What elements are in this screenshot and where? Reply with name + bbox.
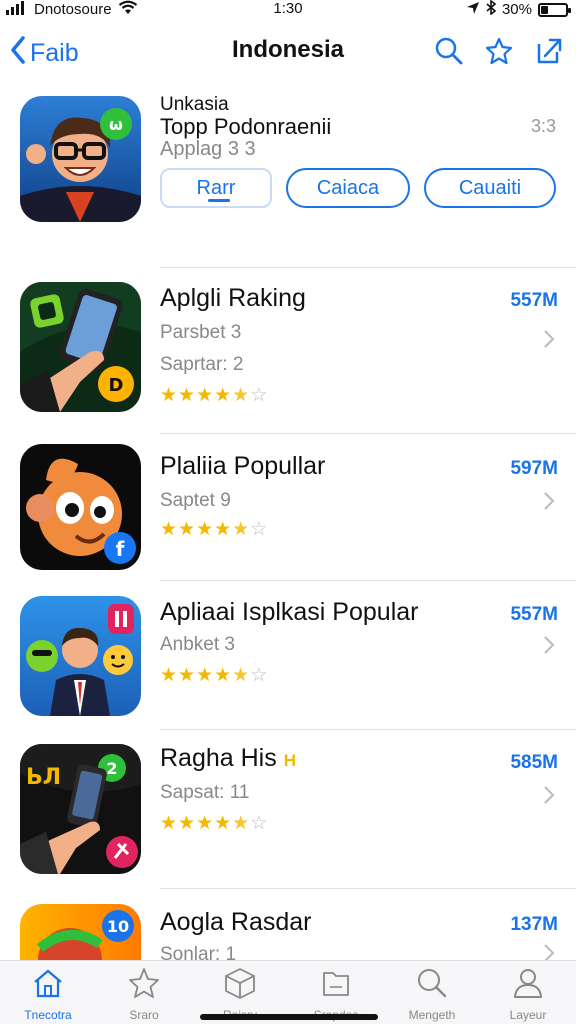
tab-search[interactable]: Mengeth [384,961,480,1024]
app-size: 557M [510,290,558,311]
bluetooth-icon [486,0,497,19]
favorite-star-icon[interactable] [484,36,514,66]
search-icon[interactable] [434,36,464,66]
app-size: 137M [510,914,558,935]
app-subtitle: Sonlar: 1 [160,944,237,960]
app-title-text: Ragha His [160,744,277,772]
featured-buttons: Rarr Caiaca Cauaiti [160,168,556,208]
folder-icon [318,965,354,1006]
divider [160,729,576,730]
tab-profile[interactable]: Layeur [480,961,576,1024]
app-row[interactable]: ЬЛ 2 Ragha His H Sapsat: 11 ★★★★★☆ 585M [0,742,576,890]
app-subtitle: Anbket 3 [160,634,235,655]
tab-home[interactable]: Tnecotra [0,961,96,1024]
rating-stars: ★★★★★☆ [160,385,269,406]
app-title: Aogla Rasdar [160,908,312,936]
chevron-right-icon[interactable] [542,328,556,350]
app-row[interactable]: 10 Aogla Rasdar Sonlar: 1 137M [0,904,576,960]
rating-stars: ★★★★★☆ [160,665,269,686]
svg-text:ω: ω [109,115,123,134]
battery-fill [541,5,548,14]
rating-stars: ★★★★★☆ [160,519,269,540]
featured-subtitle: Topp Podonraenii [160,114,332,139]
app-icon[interactable]: f [20,444,141,570]
app-icon[interactable]: D [20,282,141,412]
filter-button-1[interactable]: Rarr [160,168,272,208]
app-title: Ragha His H [160,744,296,773]
person-icon [510,965,546,1006]
featured-meta: Applag 3 3 [160,138,256,160]
svg-text:10: 10 [107,917,129,936]
app-detail: Saprtar: 2 [160,354,244,375]
tab-label: Sraro [129,1008,159,1022]
app-size: 557M [510,604,558,625]
app-icon[interactable] [20,596,141,716]
star-icon [126,965,162,1006]
divider [160,267,576,268]
share-icon[interactable] [534,36,564,66]
status-right: 30% [466,0,571,19]
featured-app-icon[interactable]: ω [20,96,141,222]
app-row[interactable]: f Plaliia Popullar Saptet 9 ★★★★★☆ 597M [0,444,576,592]
app-size: 597M [510,458,558,479]
app-size: 585M [510,752,558,773]
home-indicator [200,1014,378,1020]
nav-actions [434,36,564,66]
tab-star[interactable]: Sraro [96,961,192,1024]
status-bar: Dnotosoure 1:30 30% [0,0,576,22]
tab-label: Layeur [509,1008,547,1022]
battery-icon [538,2,571,17]
rating-stars: ★★★★★☆ [160,813,269,834]
location-icon [466,1,480,19]
tab-label: Tnecotra [24,1008,72,1022]
home-icon [30,965,66,1006]
chevron-right-icon[interactable] [542,942,556,960]
divider [160,888,576,889]
app-subtitle: Sapsat: 11 [160,782,250,803]
app-icon[interactable]: ЬЛ 2 [20,744,141,874]
app-icon[interactable]: 10 [20,904,141,960]
app-subtitle: Parsbet 3 [160,322,242,343]
app-title: Plaliia Popullar [160,452,326,480]
app-row[interactable]: D Aplgli Raking Parsbet 3 Saprtar: 2 ★★★… [0,282,576,430]
chevron-right-icon[interactable] [542,784,556,806]
box-icon [222,965,258,1006]
divider [160,580,576,581]
divider [160,433,576,434]
app-subtitle: Saptet 9 [160,490,231,511]
featured-rank: 3:3 [530,116,556,136]
chevron-right-icon[interactable] [542,634,556,656]
featured-top-label: Unkasia [160,94,229,115]
app-title: Apliaai Isplkasi Popular [160,598,419,626]
svg-text:f: f [116,537,125,561]
battery-percent: 30% [501,1,532,18]
featured-app-card[interactable]: ω Unkasia Topp Podonraenii Applag 3 3 3:… [0,92,576,262]
svg-text:ЬЛ: ЬЛ [26,765,61,790]
app-row[interactable]: Apliaai Isplkasi Popular Anbket 3 ★★★★★☆… [0,594,576,742]
filter-button-2[interactable]: Caiaca [286,168,410,208]
filter-button-3[interactable]: Cauaiti [424,168,556,208]
tab-label: Mengeth [408,1008,456,1022]
app-title-badge: H [283,751,296,770]
search-icon [414,965,450,1006]
app-title: Aplgli Raking [160,284,306,312]
svg-text:2: 2 [106,759,117,778]
svg-text:D: D [109,375,124,396]
nav-bar: Faib Indonesia [0,26,576,76]
chevron-right-icon[interactable] [542,490,556,512]
